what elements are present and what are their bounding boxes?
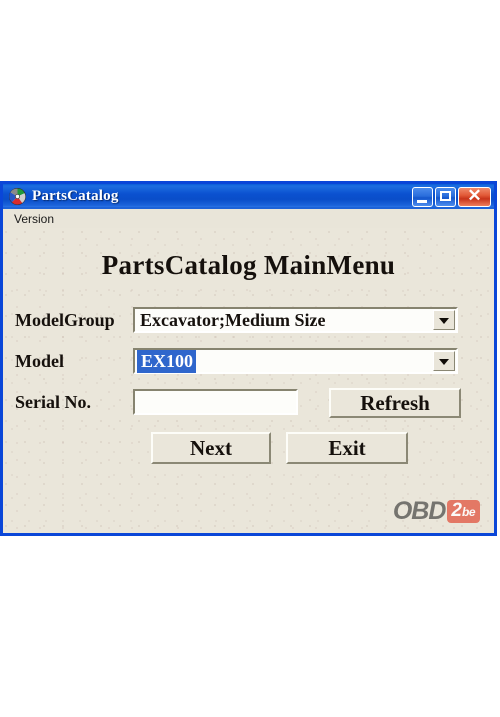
label-serial-no: Serial No. <box>15 391 91 412</box>
watermark-badge-main: 2 <box>451 500 462 522</box>
refresh-button[interactable]: Refresh <box>329 388 461 418</box>
disc-icon <box>9 188 26 205</box>
page-title: PartsCatalog MainMenu <box>101 250 396 280</box>
maximize-button[interactable] <box>435 186 456 207</box>
parts-catalog-window: PartsCatalog ✕ Version PartsCatalog Main… <box>0 181 497 536</box>
watermark-logo: OBD 2be <box>393 499 480 524</box>
label-model: Model <box>15 350 64 371</box>
watermark-text: OBD <box>392 497 447 525</box>
next-button[interactable]: Next <box>151 432 271 464</box>
form-row-model: Model EX100 <box>3 346 494 376</box>
modelgroup-value: Excavator;Medium Size <box>140 309 326 330</box>
label-modelgroup: ModelGroup <box>15 309 115 330</box>
exit-button[interactable]: Exit <box>286 432 408 464</box>
client-area: PartsCatalog MainMenu ModelGroup Excavat… <box>3 228 494 530</box>
title-bar: PartsCatalog ✕ <box>0 181 497 209</box>
modelgroup-combobox[interactable]: Excavator;Medium Size <box>133 307 458 333</box>
close-button[interactable]: ✕ <box>458 185 491 207</box>
watermark-badge: 2be <box>447 500 480 523</box>
chevron-down-icon[interactable] <box>433 310 455 330</box>
close-icon: ✕ <box>467 185 482 205</box>
model-combobox[interactable]: EX100 <box>133 348 458 374</box>
watermark-badge-sub: be <box>461 505 476 520</box>
window-controls: ✕ <box>412 185 491 207</box>
menu-item-version[interactable]: Version <box>11 212 57 226</box>
menu-bar: Version <box>3 209 494 228</box>
minimize-button[interactable] <box>412 186 433 207</box>
serial-no-input[interactable] <box>133 389 298 415</box>
model-value: EX100 <box>137 349 197 373</box>
form-row-modelgroup: ModelGroup Excavator;Medium Size <box>3 305 494 335</box>
window-title: PartsCatalog <box>32 188 119 204</box>
chevron-down-icon[interactable] <box>433 351 455 371</box>
